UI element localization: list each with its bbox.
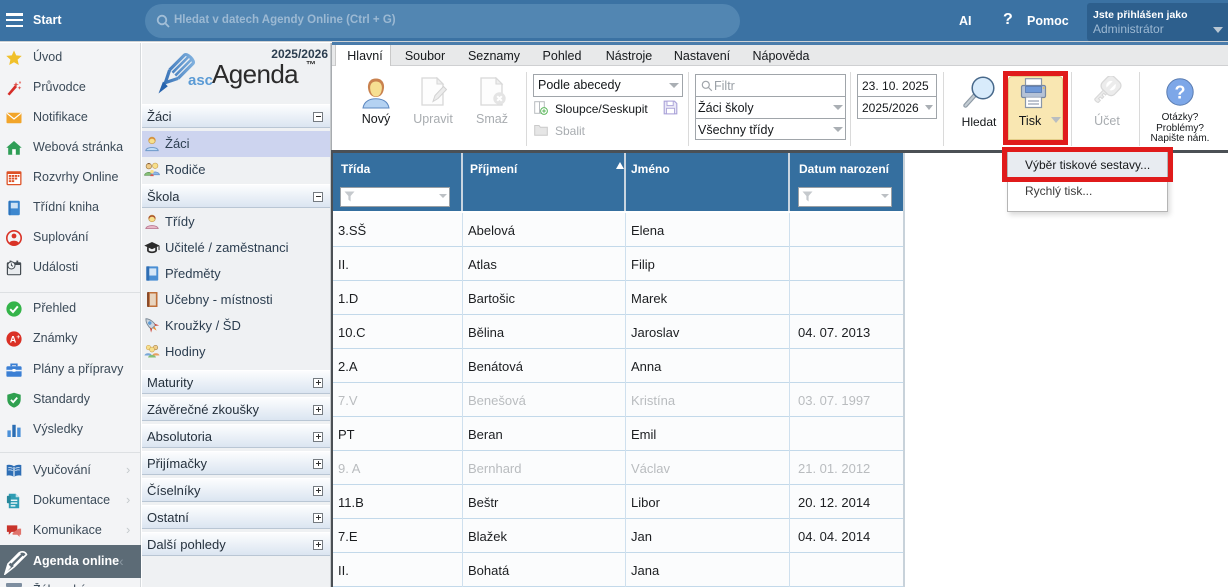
svg-text:+: + [16,334,20,341]
svg-text:?: ? [1175,83,1186,103]
